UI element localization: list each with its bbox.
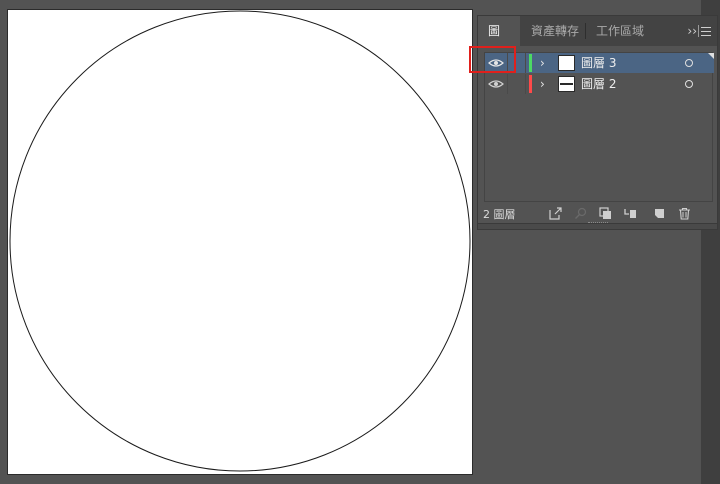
eye-icon[interactable] — [488, 79, 504, 89]
panel-bottom-edge — [478, 223, 717, 229]
layer-name[interactable]: 圖層 2 — [581, 76, 616, 92]
chevron-right-icon[interactable]: › — [540, 55, 545, 71]
clipping-mask-icon[interactable] — [599, 207, 612, 220]
layer-color-bar — [529, 54, 532, 72]
target-circle-icon[interactable] — [685, 59, 693, 67]
more-tabs-button[interactable]: ›› — [687, 16, 697, 46]
new-sublayer-icon[interactable] — [624, 207, 637, 220]
export-icon[interactable] — [549, 207, 562, 220]
layer-name[interactable]: 圖層 3 — [581, 55, 616, 71]
highlight-box — [469, 46, 516, 73]
menu-divider — [698, 25, 699, 37]
more-tabs-label: ›› — [687, 24, 697, 38]
panel-tab-bar: 圖層 資產轉存 工作區域 ›› — [478, 16, 717, 68]
tab-asset-export[interactable]: 資產轉存 — [521, 16, 589, 46]
panel-footer: 2 圖層 — [478, 204, 717, 224]
selection-corner-icon — [708, 53, 714, 59]
search-icon[interactable] — [574, 207, 587, 220]
layer-row-3[interactable]: › 圖層 3 — [485, 53, 714, 73]
layer-color-bar — [529, 75, 532, 93]
tab-layers[interactable]: 圖層 — [478, 16, 520, 68]
layer-thumbnail — [558, 76, 575, 92]
target-circle-icon[interactable] — [685, 80, 693, 88]
trash-icon[interactable] — [678, 207, 691, 220]
layer-row-2[interactable]: › 圖層 2 — [485, 74, 714, 94]
column-divider — [525, 53, 526, 73]
layer-thumbnail — [558, 55, 575, 71]
chevron-right-icon[interactable]: › — [540, 76, 545, 92]
artboard-canvas[interactable] — [7, 9, 473, 475]
new-layer-icon[interactable] — [653, 207, 666, 220]
panel-menu-icon[interactable] — [701, 24, 713, 38]
column-divider — [525, 74, 526, 94]
circle-shape[interactable] — [8, 10, 474, 476]
tab-artboards[interactable]: 工作區域 — [586, 16, 654, 46]
tab-artboards-label: 工作區域 — [596, 24, 645, 38]
column-divider — [507, 74, 508, 94]
layers-list: › 圖層 3 › 圖層 2 — [484, 52, 714, 202]
layer-count: 2 圖層 — [483, 208, 516, 221]
tab-asset-export-label: 資產轉存 — [531, 24, 580, 38]
